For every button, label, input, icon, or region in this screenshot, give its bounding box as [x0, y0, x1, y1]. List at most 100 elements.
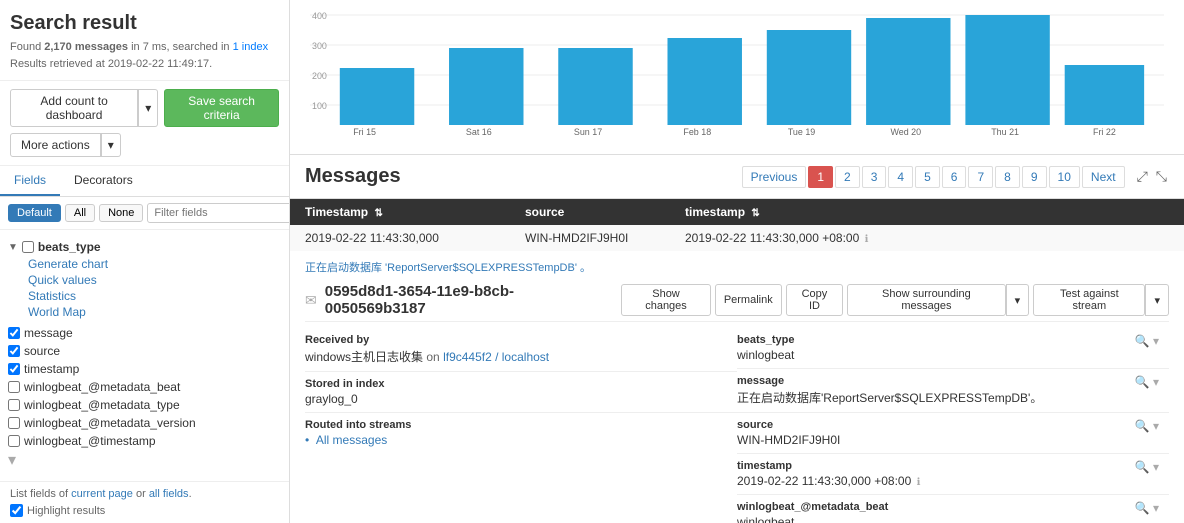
footer-current-page-link[interactable]: current page: [71, 488, 133, 500]
field-item-winlogbeat-type[interactable]: winlogbeat_@metadata_type: [0, 396, 289, 414]
message-actions: Show changes Permalink Copy ID Show surr…: [621, 284, 1169, 316]
divider-3: [737, 368, 1169, 369]
stored-in-block: Stored in index graylog_0: [305, 374, 737, 410]
svg-text:300: 300: [312, 41, 327, 51]
statistics-link[interactable]: Statistics: [28, 288, 281, 304]
show-changes-button[interactable]: Show changes: [621, 284, 711, 316]
permalink-button[interactable]: Permalink: [715, 284, 782, 316]
stored-in-label: Stored in index: [305, 378, 727, 390]
field-item-message[interactable]: message: [0, 324, 289, 342]
footer-all-fields-link[interactable]: all fields: [149, 488, 189, 500]
timestamp-info-icon[interactable]: ℹ: [917, 477, 921, 488]
source-checkbox[interactable]: [8, 345, 20, 357]
right-fields: beats_type winlogbeat 🔍 ▾: [737, 330, 1169, 523]
winlogbeat-type-checkbox[interactable]: [8, 399, 20, 411]
more-actions-dropdown[interactable]: ▾: [101, 133, 121, 157]
pagination-page-7[interactable]: 7: [968, 166, 993, 188]
beats-type-search-icon[interactable]: 🔍 ▾: [1135, 334, 1159, 348]
field-item-winlogbeat-version[interactable]: winlogbeat_@metadata_version: [0, 414, 289, 432]
message-search-icon[interactable]: 🔍 ▾: [1135, 375, 1159, 389]
world-map-link[interactable]: World Map: [28, 304, 281, 320]
pagination-page-4[interactable]: 4: [888, 166, 913, 188]
timestamp-search-icon[interactable]: 🔍 ▾: [1135, 460, 1159, 474]
beats-type-checkbox[interactable]: [22, 241, 34, 253]
winlogbeat-version-checkbox[interactable]: [8, 417, 20, 429]
field-item-source[interactable]: source: [0, 342, 289, 360]
field-item-timestamp[interactable]: timestamp: [0, 360, 289, 378]
received-by-value: windows主机日志收集 on lf9c445f2 / localhost: [305, 348, 549, 365]
field-item-winlogbeat-timestamp[interactable]: winlogbeat_@timestamp: [0, 432, 289, 450]
winlogbeat-timestamp-checkbox[interactable]: [8, 435, 20, 447]
timestamp-checkbox[interactable]: [8, 363, 20, 375]
col-timestamp: Timestamp ⇅: [305, 205, 525, 219]
filter-all-btn[interactable]: All: [65, 204, 95, 222]
more-actions-button[interactable]: More actions: [10, 133, 101, 157]
pagination-page-10[interactable]: 10: [1049, 166, 1080, 188]
chinese-text-row: 正在启动数据库 'ReportServer$SQLEXPRESSTempDB' …: [305, 257, 1169, 279]
received-by-link[interactable]: lf9c445f2 / localhost: [443, 350, 549, 364]
quick-values-link[interactable]: Quick values: [28, 272, 281, 288]
message-fields: Received by windows主机日志收集 on lf9c445f2 /…: [305, 322, 1169, 523]
svg-text:Wed 20: Wed 20: [891, 127, 922, 137]
show-surrounding-button[interactable]: Show surrounding messages: [847, 284, 1005, 316]
filter-default-btn[interactable]: Default: [8, 204, 61, 222]
routed-link[interactable]: All messages: [316, 433, 387, 447]
pagination-page-1[interactable]: 1: [808, 166, 833, 188]
footer-period: .: [189, 488, 192, 500]
add-count-button[interactable]: Add count to dashboard: [10, 89, 138, 127]
message-checkbox[interactable]: [8, 327, 20, 339]
message-id-text: 0595d8d1-3654-11e9-b8cb-0050569b3187: [325, 283, 613, 317]
svg-text:Tue 19: Tue 19: [788, 127, 815, 137]
ts-info-icon[interactable]: ℹ: [865, 234, 869, 245]
show-surrounding-dropdown[interactable]: ▾: [1006, 284, 1030, 316]
test-against-dropdown[interactable]: ▾: [1145, 284, 1169, 316]
winlogbeat-beat-checkbox[interactable]: [8, 381, 20, 393]
pagination-next[interactable]: Next: [1082, 166, 1125, 188]
copy-id-button[interactable]: Copy ID: [786, 284, 843, 316]
meta-in: in 7 ms, searched in: [128, 41, 233, 53]
field-category-beats-type: ▼ beats_type Generate chart Quick values…: [0, 234, 289, 324]
timestamp2-sort-icon[interactable]: ⇅: [751, 208, 759, 219]
pagination-page-2[interactable]: 2: [835, 166, 860, 188]
field-winlogbeat-beat-label: winlogbeat_@metadata_beat: [24, 380, 180, 394]
pagination-page-6[interactable]: 6: [942, 166, 967, 188]
filter-fields-input[interactable]: [147, 203, 290, 223]
add-count-group: Add count to dashboard ▾: [10, 89, 158, 127]
chinese-text-link[interactable]: 正在启动数据库 'ReportServer$SQLEXPRESSTempDB' …: [305, 262, 591, 274]
winlogbeat-beat-block: winlogbeat_@metadata_beat winlogbeat 🔍 ▾: [737, 497, 1169, 523]
test-against-group: Test against stream ▾: [1033, 284, 1169, 316]
tab-decorators[interactable]: Decorators: [60, 166, 147, 196]
field-winlogbeat-timestamp-label: winlogbeat_@timestamp: [24, 434, 156, 448]
received-by-block: Received by windows主机日志收集 on lf9c445f2 /…: [305, 330, 737, 369]
filter-none-btn[interactable]: None: [99, 204, 143, 222]
pagination-page-9[interactable]: 9: [1022, 166, 1047, 188]
save-search-button[interactable]: Save search criteria: [164, 89, 279, 127]
expand-icon-2[interactable]: ⤡: [1154, 166, 1169, 187]
pagination-previous[interactable]: Previous: [742, 166, 807, 188]
meta-index-link[interactable]: 1 index: [233, 41, 268, 53]
field-item-winlogbeat-beat[interactable]: winlogbeat_@metadata_beat: [0, 378, 289, 396]
generate-chart-link[interactable]: Generate chart: [28, 256, 281, 272]
add-count-dropdown[interactable]: ▾: [138, 89, 158, 127]
scroll-down-icon[interactable]: ▾: [8, 450, 16, 470]
pagination-page-8[interactable]: 8: [995, 166, 1020, 188]
footer-or: or: [133, 488, 149, 500]
test-against-button[interactable]: Test against stream: [1033, 284, 1145, 316]
expand-icon-1[interactable]: ⤢: [1135, 166, 1150, 187]
divider-6: [737, 494, 1169, 495]
winlogbeat-beat-field-label: winlogbeat_@metadata_beat: [737, 501, 888, 513]
winlogbeat-beat-search-icon[interactable]: 🔍 ▾: [1135, 501, 1159, 515]
message-source: WIN-HMD2IFJ9H0I: [525, 231, 685, 245]
tab-fields[interactable]: Fields: [0, 166, 60, 196]
beats-type-header[interactable]: ▼ beats_type: [8, 238, 281, 256]
source-col-label: source: [525, 205, 564, 219]
source-search-icon[interactable]: 🔍 ▾: [1135, 419, 1159, 433]
highlight-checkbox[interactable]: [10, 504, 23, 517]
timestamp-sort-icon[interactable]: ⇅: [374, 208, 382, 219]
message-row-top: 2019-02-22 11:43:30,000 WIN-HMD2IFJ9H0I …: [290, 225, 1184, 251]
svg-text:200: 200: [312, 71, 327, 81]
pagination-page-5[interactable]: 5: [915, 166, 940, 188]
pagination-page-3[interactable]: 3: [862, 166, 887, 188]
svg-text:400: 400: [312, 11, 327, 21]
sidebar-footer: List fields of current page or all field…: [0, 481, 289, 523]
